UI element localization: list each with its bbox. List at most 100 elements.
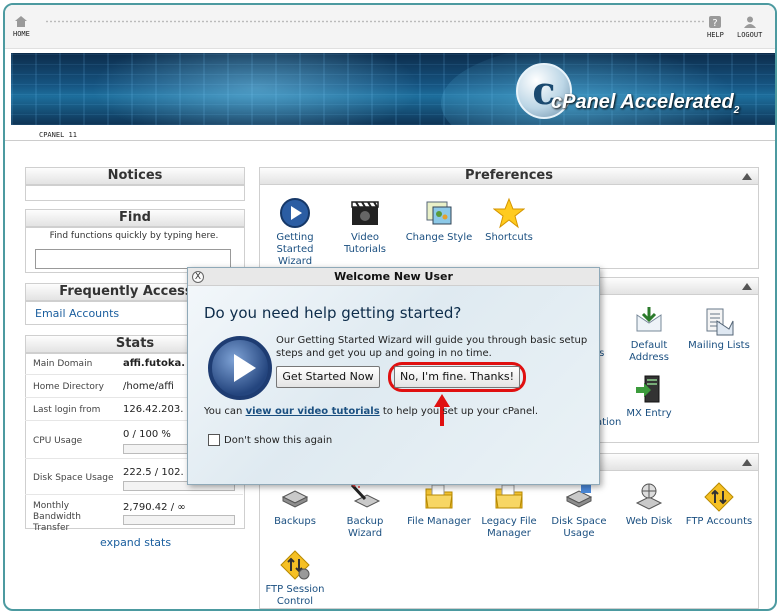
close-icon[interactable]: X [192, 271, 204, 283]
top-bar: HOME ? HELP LOGOUT [5, 5, 775, 49]
backup-wizard-item[interactable]: Backup Wizard [330, 481, 400, 540]
stats-value: 222.5 / 102. [123, 467, 184, 478]
stats-label: Disk Space Usage [33, 473, 114, 483]
stats-label: CPU Usage [33, 436, 83, 446]
stats-value: affi.futoka. [123, 358, 186, 369]
stats-row-bandwidth: Monthly Bandwidth Transfer 2,790.42 / ∞ [25, 495, 243, 533]
palette-icon [426, 201, 452, 225]
stats-value: 0 / 100 % [123, 429, 171, 440]
stats-label: Home Directory [33, 382, 104, 392]
preferences-header: Preferences [259, 167, 759, 185]
stats-value: 126.42.203. [123, 404, 184, 415]
item-label: File Manager [407, 516, 471, 527]
logo-brand: cPanel [551, 91, 616, 113]
stats-label: Last login from [33, 405, 101, 415]
backup-wizard-icon [350, 483, 381, 508]
ftp-accounts-icon [704, 482, 734, 512]
files-header [595, 453, 759, 471]
item-label: Disk Space Usage [551, 516, 607, 539]
mx-entry-item[interactable]: MX Entry [614, 373, 684, 420]
stats-label: Main Domain [33, 359, 93, 369]
mailing-lists-item[interactable]: Mailing Lists [684, 305, 754, 352]
collapse-files-icon[interactable] [742, 459, 752, 466]
mx-server-icon [636, 375, 660, 403]
help-label: HELP [707, 31, 724, 39]
cpanel-banner: c cPanel Accelerated2 [11, 53, 775, 125]
legacy-folder-icon [495, 484, 523, 509]
notices-header: Notices [25, 167, 245, 185]
cpanel-logo-text: cPanel Accelerated2 [551, 91, 739, 116]
item-label: FTP Session Control [265, 584, 325, 607]
footer-suffix: to help you set up your cPanel. [379, 406, 539, 417]
item-label: Getting Started Wizard [276, 232, 314, 267]
ftp-session-control-item[interactable]: FTP Session Control [260, 549, 330, 608]
item-label: MX Entry [626, 408, 672, 419]
play-icon [208, 336, 272, 400]
play-circle-icon [280, 198, 310, 228]
web-disk-icon [635, 483, 663, 510]
home-label: HOME [13, 30, 30, 38]
app-frame: HOME ? HELP LOGOUT c cPanel Accelerated2 [3, 3, 777, 611]
ftp-accounts-item[interactable]: FTP Accounts [684, 481, 754, 528]
star-icon [493, 197, 525, 229]
logout-label: LOGOUT [737, 31, 763, 39]
folder-icon [425, 484, 453, 509]
video-tutorials-item[interactable]: Video Tutorials [330, 197, 400, 256]
find-input[interactable] [35, 249, 231, 269]
expand-stats-link[interactable]: expand stats [100, 536, 171, 549]
notices-body [25, 185, 245, 201]
collapse-preferences-icon[interactable] [742, 173, 752, 180]
mailing-lists-icon [706, 308, 734, 336]
getting-started-wizard-item[interactable]: Getting Started Wizard [260, 197, 330, 268]
dont-show-checkbox[interactable] [208, 434, 220, 446]
video-tutorials-link[interactable]: view our video tutorials [246, 406, 380, 417]
footer-prefix: You can [204, 406, 246, 417]
decline-button[interactable]: No, I'm fine. Thanks! [394, 366, 520, 388]
stats-value: /home/affi [123, 381, 174, 392]
dont-show-label: Don't show this again [224, 435, 333, 446]
stats-label: Monthly Bandwidth Transfer [33, 501, 81, 533]
backups-item[interactable]: Backups [260, 481, 330, 528]
disk-space-usage-item[interactable]: Disk Space Usage [544, 481, 614, 540]
get-started-button[interactable]: Get Started Now [276, 366, 380, 388]
item-label: Legacy File Manager [481, 516, 537, 539]
collapse-mail-icon[interactable] [742, 283, 752, 290]
frequent-item-email-accounts[interactable]: Email Accounts [35, 307, 119, 320]
item-label: Backup Wizard [346, 516, 384, 539]
modal-footer-text: You can view our video tutorials to help… [204, 406, 538, 417]
item-label: Web Disk [625, 516, 673, 527]
logo-brand-sub: 2 [733, 105, 740, 116]
find-hint: Find functions quickly by typing here. [49, 231, 219, 241]
user-logout-icon [743, 16, 756, 28]
clapperboard-icon [351, 201, 379, 225]
home-link[interactable]: HOME [13, 15, 30, 38]
backups-icon [281, 490, 309, 508]
item-label: Shortcuts [485, 232, 533, 243]
find-header: Find [25, 209, 245, 227]
modal-description: Our Getting Started Wizard will guide yo… [276, 335, 588, 359]
banner-glow [91, 53, 421, 125]
help-link[interactable]: ? HELP [707, 15, 724, 39]
file-manager-item[interactable]: File Manager [404, 481, 474, 528]
version-bar: CPANEL 11 [5, 127, 775, 141]
ftp-session-icon [280, 550, 310, 580]
logout-link[interactable]: LOGOUT [737, 15, 762, 39]
shortcuts-item[interactable]: Shortcuts [474, 197, 544, 244]
mail-header [595, 277, 759, 295]
item-label: Default Address [629, 340, 669, 363]
home-icon [15, 16, 28, 27]
legacy-file-manager-item[interactable]: Legacy File Manager [474, 481, 544, 540]
bandwidth-bar [123, 515, 235, 525]
change-style-item[interactable]: Change Style [404, 197, 474, 244]
item-label: FTP Accounts [685, 516, 753, 527]
item-label: Video Tutorials [344, 232, 386, 255]
web-disk-item[interactable]: Web Disk [614, 481, 684, 528]
top-bar-divider [45, 20, 705, 23]
modal-title: Welcome New User [188, 268, 599, 286]
default-address-item[interactable]: Default Address [614, 305, 684, 364]
modal-heading: Do you need help getting started? [204, 304, 462, 322]
item-label: Backups [274, 516, 316, 527]
help-icon: ? [709, 16, 722, 29]
version-label: CPANEL 11 [39, 131, 77, 139]
svg-text:?: ? [713, 18, 718, 29]
